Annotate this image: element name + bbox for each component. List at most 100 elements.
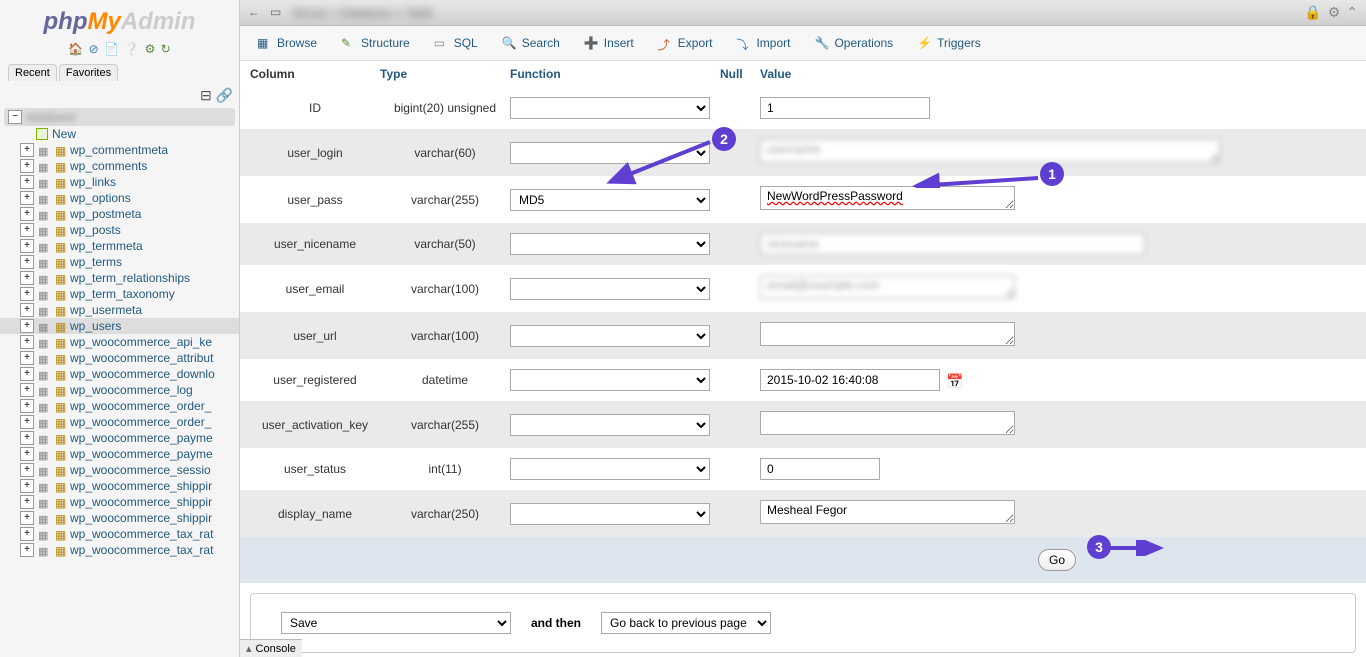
tab-insert[interactable]: ➕Insert bbox=[573, 30, 645, 56]
tab-structure[interactable]: ✎Structure bbox=[330, 30, 421, 56]
expand-icon[interactable]: + bbox=[20, 431, 34, 445]
tree-table-item[interactable]: +▦wp_users bbox=[0, 318, 239, 334]
value-input[interactable] bbox=[760, 233, 1145, 255]
tab-operations[interactable]: 🔧Operations bbox=[803, 30, 904, 56]
function-select[interactable] bbox=[510, 503, 710, 525]
tab-browse[interactable]: ▦Browse bbox=[246, 30, 328, 56]
value-textarea[interactable]: Mesheal Fegor bbox=[760, 500, 1015, 524]
function-select[interactable] bbox=[510, 325, 710, 347]
help-icon[interactable]: ❔ bbox=[124, 42, 139, 56]
value-textarea[interactable]: email@example.com bbox=[760, 275, 1015, 299]
logout-icon[interactable]: ⊘ bbox=[89, 42, 99, 56]
expand-icon[interactable]: + bbox=[20, 191, 34, 205]
expand-icon[interactable]: + bbox=[20, 207, 34, 221]
tree-table-item[interactable]: +▦wp_posts bbox=[0, 222, 239, 238]
expand-icon[interactable]: + bbox=[20, 527, 34, 541]
tree-table-item[interactable]: +▦wp_woocommerce_payme bbox=[0, 430, 239, 446]
tree-table-item[interactable]: +▦wp_woocommerce_api_ke bbox=[0, 334, 239, 350]
expand-icon[interactable]: + bbox=[20, 319, 34, 333]
tree-table-item[interactable]: +▦wp_woocommerce_tax_rat bbox=[0, 542, 239, 558]
collapse-icon[interactable]: − bbox=[8, 110, 22, 124]
phpmyadmin-logo[interactable]: phpMyAdmin bbox=[0, 0, 239, 40]
tree-table-item[interactable]: +▦wp_termmeta bbox=[0, 238, 239, 254]
tree-table-item[interactable]: +▦wp_woocommerce_payme bbox=[0, 446, 239, 462]
save-select[interactable]: Save bbox=[281, 612, 511, 634]
expand-icon[interactable]: + bbox=[20, 159, 34, 173]
collapse-panel-icon[interactable]: ⌃ bbox=[1346, 4, 1358, 21]
tree-database-node[interactable]: − database bbox=[4, 108, 235, 126]
tree-table-item[interactable]: +▦wp_woocommerce_tax_rat bbox=[0, 526, 239, 542]
value-textarea[interactable]: NewWordPressPassword bbox=[760, 186, 1015, 210]
expand-icon[interactable]: + bbox=[20, 335, 34, 349]
function-select[interactable] bbox=[510, 458, 710, 480]
tab-recent[interactable]: Recent bbox=[8, 64, 57, 81]
calendar-icon[interactable]: 📅 bbox=[946, 373, 962, 389]
function-select[interactable] bbox=[510, 278, 710, 300]
tab-triggers[interactable]: ⚡Triggers bbox=[906, 30, 992, 56]
function-select[interactable]: MD5 bbox=[510, 189, 710, 211]
value-textarea[interactable]: username bbox=[760, 139, 1220, 163]
tab-export[interactable]: ⤴Export bbox=[647, 30, 724, 56]
expand-icon[interactable]: + bbox=[20, 223, 34, 237]
home-icon[interactable]: 🏠 bbox=[68, 42, 83, 56]
lock-icon[interactable]: 🔒 bbox=[1304, 4, 1321, 21]
expand-icon[interactable]: + bbox=[20, 511, 34, 525]
expand-icon[interactable]: + bbox=[20, 479, 34, 493]
tree-table-item[interactable]: +▦wp_postmeta bbox=[0, 206, 239, 222]
link-icon[interactable]: 🔗 bbox=[216, 87, 233, 103]
tree-new-item[interactable]: New bbox=[0, 126, 239, 142]
expand-icon[interactable]: + bbox=[20, 463, 34, 477]
expand-icon[interactable]: + bbox=[20, 271, 34, 285]
tree-table-item[interactable]: +▦wp_comments bbox=[0, 158, 239, 174]
expand-icon[interactable]: + bbox=[20, 447, 34, 461]
tree-table-item[interactable]: +▦wp_commentmeta bbox=[0, 142, 239, 158]
tree-table-item[interactable]: +▦wp_woocommerce_shippir bbox=[0, 510, 239, 526]
tree-table-item[interactable]: +▦wp_woocommerce_attribut bbox=[0, 350, 239, 366]
tab-search[interactable]: 🔍Search bbox=[491, 30, 571, 56]
tree-table-item[interactable]: +▦wp_woocommerce_order_ bbox=[0, 398, 239, 414]
tree-table-item[interactable]: +▦wp_woocommerce_order_ bbox=[0, 414, 239, 430]
expand-icon[interactable]: + bbox=[20, 415, 34, 429]
tab-sql[interactable]: ▭SQL bbox=[423, 30, 489, 56]
tree-table-item[interactable]: +▦wp_options bbox=[0, 190, 239, 206]
value-input[interactable] bbox=[760, 97, 930, 119]
page-settings-icon[interactable]: ⚙ bbox=[1328, 4, 1341, 21]
expand-icon[interactable]: + bbox=[20, 495, 34, 509]
function-select[interactable] bbox=[510, 142, 710, 164]
expand-icon[interactable]: + bbox=[20, 143, 34, 157]
tree-table-item[interactable]: +▦wp_links bbox=[0, 174, 239, 190]
docs-icon[interactable]: 📄 bbox=[104, 42, 119, 56]
expand-icon[interactable]: + bbox=[20, 543, 34, 557]
expand-icon[interactable]: + bbox=[20, 175, 34, 189]
function-select[interactable] bbox=[510, 233, 710, 255]
server-icon[interactable]: ▭ bbox=[270, 5, 286, 21]
tree-table-item[interactable]: +▦wp_term_relationships bbox=[0, 270, 239, 286]
function-select[interactable] bbox=[510, 369, 710, 391]
go-button[interactable]: Go bbox=[1038, 549, 1076, 571]
function-select[interactable] bbox=[510, 97, 710, 119]
tree-table-item[interactable]: +▦wp_terms bbox=[0, 254, 239, 270]
expand-icon[interactable]: + bbox=[20, 255, 34, 269]
value-textarea[interactable] bbox=[760, 411, 1015, 435]
value-input[interactable] bbox=[760, 458, 880, 480]
expand-icon[interactable]: + bbox=[20, 351, 34, 365]
expand-icon[interactable]: + bbox=[20, 303, 34, 317]
tree-table-item[interactable]: +▦wp_woocommerce_sessio bbox=[0, 462, 239, 478]
tab-import[interactable]: ⤵Import bbox=[725, 30, 801, 56]
collapse-all-icon[interactable]: ⊟ bbox=[200, 87, 212, 103]
tree-table-item[interactable]: +▦wp_woocommerce_log bbox=[0, 382, 239, 398]
tree-table-item[interactable]: +▦wp_usermeta bbox=[0, 302, 239, 318]
goback-select[interactable]: Go back to previous page bbox=[601, 612, 771, 634]
expand-icon[interactable]: + bbox=[20, 287, 34, 301]
value-textarea[interactable] bbox=[760, 322, 1015, 346]
tree-table-item[interactable]: +▦wp_term_taxonomy bbox=[0, 286, 239, 302]
tree-table-item[interactable]: +▦wp_woocommerce_shippir bbox=[0, 478, 239, 494]
expand-icon[interactable]: + bbox=[20, 399, 34, 413]
value-input[interactable] bbox=[760, 369, 940, 391]
expand-icon[interactable]: + bbox=[20, 383, 34, 397]
console-expand-icon[interactable]: ▴ bbox=[246, 642, 252, 655]
nav-back-icon[interactable]: ← bbox=[248, 5, 264, 21]
tree-table-item[interactable]: +▦wp_woocommerce_shippir bbox=[0, 494, 239, 510]
settings-icon[interactable]: ⚙ bbox=[145, 42, 156, 56]
console-bar[interactable]: ▴ Console bbox=[240, 639, 302, 657]
